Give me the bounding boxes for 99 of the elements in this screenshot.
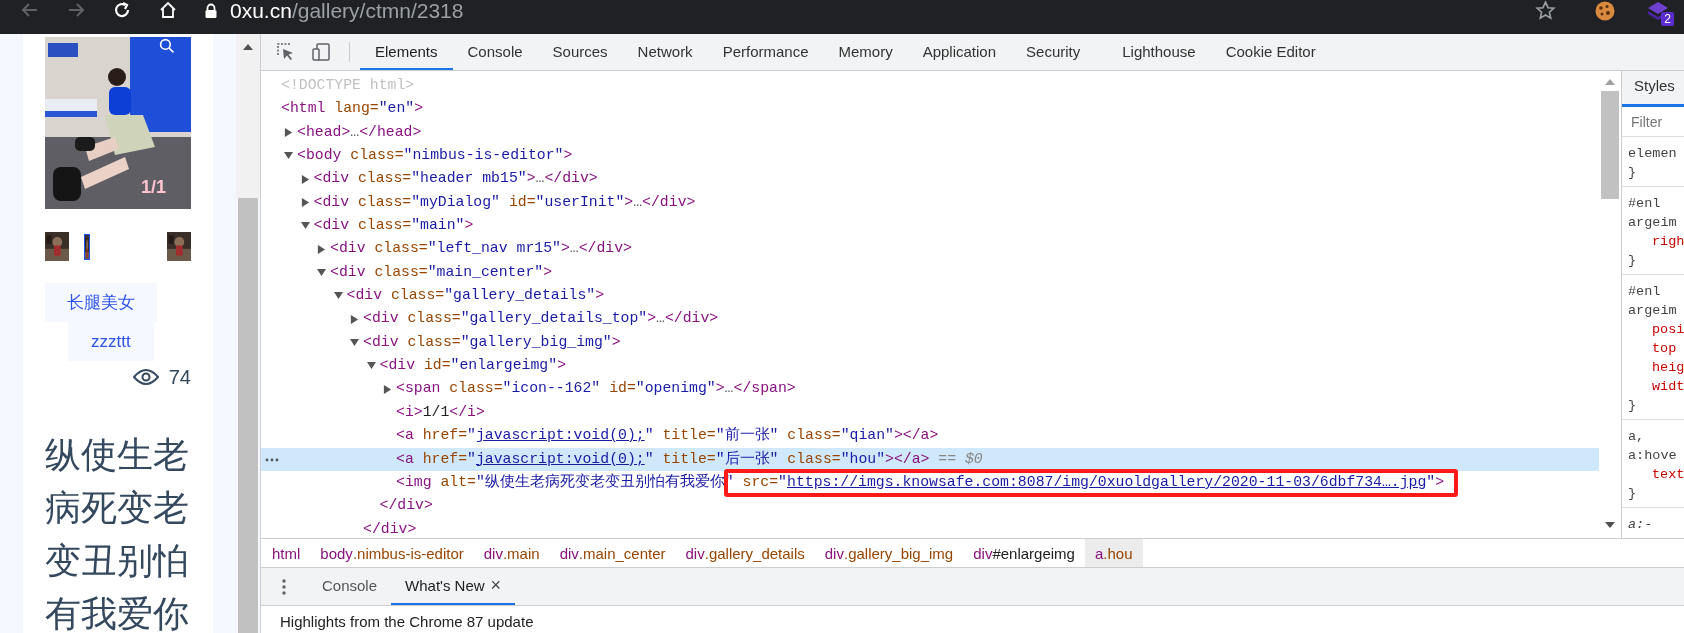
code-line: <div class="gallery_details_top">…</div> xyxy=(363,309,719,329)
devtools-tab[interactable]: Security xyxy=(1011,34,1096,70)
code-line: <div class="header mb15">…</div> xyxy=(313,169,598,189)
breadcrumb[interactable]: div.gallery_details xyxy=(675,539,815,567)
code-line: <div class="main"> xyxy=(313,216,474,236)
devtools-tab[interactable]: Elements xyxy=(360,34,453,70)
code-line: <a href="javascript:void(0);" title="前一张" class="qian"></a> xyxy=(396,425,939,446)
expand-toggle-icon[interactable] xyxy=(300,197,310,207)
code-line: <div class="gallery_details"> xyxy=(346,286,605,306)
css-selector: a, xyxy=(1628,428,1646,446)
devtools-tab[interactable]: Sources xyxy=(537,34,623,70)
more-icon[interactable] xyxy=(265,457,279,462)
tag-link[interactable]: zzzttt xyxy=(68,322,154,361)
code-line: </div> xyxy=(363,519,417,538)
eye-icon xyxy=(132,368,159,386)
breadcrumb[interactable]: div.main xyxy=(473,539,550,567)
image-counter: 1/1 xyxy=(141,177,167,198)
css-selector: #enl xyxy=(1628,195,1662,213)
drawer-tab[interactable]: What's New × xyxy=(391,568,516,605)
breadcrumb[interactable]: div.gallery_big_img xyxy=(814,539,964,567)
reload-icon[interactable] xyxy=(112,0,132,20)
expand-toggle-icon[interactable] xyxy=(350,314,359,324)
tag-link[interactable]: 长腿美女 xyxy=(45,283,157,322)
css-selector: elemen xyxy=(1628,145,1678,163)
breadcrumb[interactable]: a.hou xyxy=(1084,539,1143,567)
code-line: <a href="javascript:void(0);" title="后一张" class="hou"></a> == $0 xyxy=(396,449,983,469)
link[interactable]: https://imgs.knowsafe.com:8087/img/0xuoldgallery/2020-11-03/6dbf734….jpg xyxy=(787,473,1427,490)
css-property: widt xyxy=(1651,378,1684,396)
expand-toggle-icon[interactable] xyxy=(284,127,293,137)
scrollbar-thumb[interactable] xyxy=(1601,91,1619,199)
expand-toggle-icon[interactable] xyxy=(333,291,343,301)
closing-brace: } xyxy=(1628,485,1638,503)
code-line: <body class="nimbus-is-editor"> xyxy=(297,146,573,166)
link[interactable]: javascript:void(0); xyxy=(475,427,645,444)
link[interactable]: javascript:void(0); xyxy=(475,450,645,467)
expand-toggle-icon[interactable] xyxy=(366,361,376,371)
breadcrumb[interactable]: body.nimbus-is-editor xyxy=(310,539,474,567)
cookie-icon[interactable] xyxy=(1594,0,1616,22)
css-property: righ xyxy=(1651,233,1684,251)
code-line: <html lang="en"> xyxy=(281,99,424,119)
code-line: <!DOCTYPE html> xyxy=(281,76,415,95)
scroll-down-icon[interactable] xyxy=(1605,522,1615,528)
code-line: <i>1/1</i> xyxy=(396,402,485,422)
thumbnail[interactable] xyxy=(84,234,90,260)
whats-new-heading: Highlights from the Chrome 87 update xyxy=(280,613,535,630)
expand-toggle-icon[interactable] xyxy=(300,221,310,231)
lock-icon xyxy=(204,3,218,19)
css-selector: #enl xyxy=(1628,283,1662,301)
devtools-tab[interactable]: Application xyxy=(907,34,1012,70)
scroll-up-icon[interactable] xyxy=(243,44,253,50)
styles-tab[interactable]: Styles xyxy=(1622,71,1684,107)
devtools-tab[interactable]: Performance xyxy=(707,34,824,70)
code-line: <span class="icon--162" id="openimg">…</span> xyxy=(396,379,796,399)
code-line: <head>…</head> xyxy=(297,122,422,142)
closing-brace: } xyxy=(1628,252,1638,270)
closing-brace: } xyxy=(1628,164,1638,182)
view-count: 74 xyxy=(168,365,191,389)
more-vertical-icon[interactable] xyxy=(282,578,286,595)
breadcrumb[interactable]: html xyxy=(261,539,311,567)
drawer-tab[interactable]: Console xyxy=(308,568,392,605)
code-line: <div class="main_center"> xyxy=(330,262,553,282)
extension-badge: 2 xyxy=(1661,12,1674,26)
thumbnail[interactable] xyxy=(167,232,191,261)
address-field[interactable]: 0xu.cn/gallery/ctmn/2318 xyxy=(204,0,1535,22)
css-property: top xyxy=(1651,340,1678,358)
css-selector: a:hove xyxy=(1628,447,1678,465)
close-button[interactable]: × xyxy=(490,575,502,596)
expand-toggle-icon[interactable] xyxy=(300,174,310,184)
devtools-tab[interactable]: Network xyxy=(622,34,708,70)
magnifier-icon[interactable] xyxy=(159,38,175,54)
code-line: <div id="enlargeimg"> xyxy=(379,356,566,376)
expand-toggle-icon[interactable] xyxy=(317,267,326,277)
thumbnail[interactable] xyxy=(45,232,69,261)
scrollbar-thumb[interactable] xyxy=(238,198,258,633)
css-selector: a:- xyxy=(1628,516,1654,534)
code-line: <div class="myDialog" id="userInit">…</div> xyxy=(313,192,696,212)
code-line: <div class="left_nav mr15">…</div> xyxy=(330,239,632,259)
css-selector: argeim xyxy=(1628,214,1678,232)
breadcrumb[interactable]: div.main_center xyxy=(549,539,676,567)
expand-toggle-icon[interactable] xyxy=(383,384,392,394)
expand-toggle-icon[interactable] xyxy=(317,244,326,254)
devtools-tab[interactable]: Cookie Editor xyxy=(1210,34,1331,70)
devtools-tab[interactable]: Memory xyxy=(823,34,908,70)
code-line: <div class="gallery_big_img"> xyxy=(363,332,621,352)
phone-tablet-icon[interactable] xyxy=(311,42,331,62)
gallery-title: 纵使生老病死变老变丑别怕有我爱你 xyxy=(45,433,190,633)
devtools-tab[interactable]: Console xyxy=(452,34,538,70)
code-line: </div> xyxy=(379,496,433,516)
css-selector: argeim xyxy=(1628,302,1678,320)
closing-brace: } xyxy=(1628,397,1638,415)
expand-toggle-icon[interactable] xyxy=(284,151,293,161)
star-icon[interactable] xyxy=(1535,0,1556,21)
css-property: heig xyxy=(1651,359,1684,377)
devtools-tab[interactable]: Lighthouse xyxy=(1107,34,1211,70)
css-property: text xyxy=(1651,466,1684,484)
expand-toggle-icon[interactable] xyxy=(350,337,359,347)
home-icon[interactable] xyxy=(158,0,178,20)
css-property: posi xyxy=(1651,321,1684,339)
breadcrumb[interactable]: div#enlargeimg xyxy=(963,539,1085,567)
